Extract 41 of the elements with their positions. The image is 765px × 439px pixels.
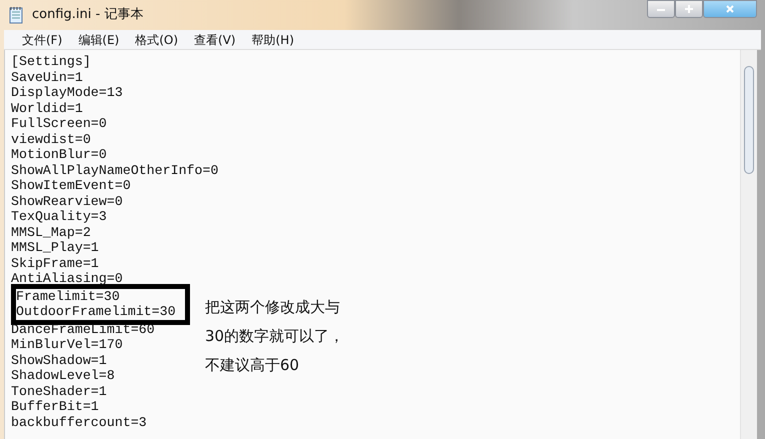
menu-item[interactable]: 编辑(E) [70,30,128,50]
menu-item[interactable]: 格式(O) [127,30,186,50]
menu-item[interactable]: 文件(F) [14,30,70,50]
annotation-text: 不建议高于60 [205,355,300,376]
code-line: SkipFrame=1 [11,256,99,271]
code-line: ShadowLevel=8 [11,368,115,384]
code-line: backbuffercount=3 [11,414,147,430]
close-button[interactable] [703,0,757,18]
annotation-text: 30的数字就可以了， [205,326,344,347]
code-line: ToneShader=1 [11,384,107,399]
maximize-button[interactable] [675,0,703,18]
code-line: MMSL_Map=2 [11,224,91,240]
scrollbar-thumb[interactable] [744,66,754,174]
code-line: DisplayMode=13 [11,85,123,100]
code-line: BufferBit=1 [11,399,99,414]
code-line: MinBlurVel=170 [11,337,123,352]
vertical-scrollbar[interactable] [740,50,757,439]
code-line: Framelimit=30 [16,288,120,304]
window-title: config.ini - 记事本 [32,6,144,24]
code-line: ShowAllPlayNameOtherInfo=0 [11,162,218,178]
code-line: FullScreen=0 [11,116,107,132]
code-line: TexQuality=3 [11,209,107,224]
minimize-button[interactable] [647,0,675,18]
code-line: OutdoorFramelimit=30 [16,304,176,320]
menu-item[interactable]: 查看(V) [186,30,244,50]
code-line: SaveUin=1 [11,70,83,85]
notepad-icon [8,6,24,24]
code-line: AntiAliasing=0 [11,271,123,286]
annotation-text: 把这两个修改成大与 [205,297,340,318]
code-line: ShowShadow=1 [11,352,107,368]
code-line: MMSL_Play=1 [11,240,99,256]
code-line: DanceFrameLimit=60 [11,322,155,337]
close-icon [725,4,735,14]
menu-item[interactable]: 帮助(H) [244,30,302,50]
code-line: ShowItemEvent=0 [11,178,131,194]
code-line: Worldid=1 [11,100,83,116]
code-line: viewdist=0 [11,132,91,147]
code-line: ShowRearview=0 [11,194,123,209]
code-line: MotionBlur=0 [11,147,107,162]
maximize-icon [684,4,694,14]
code-line: [Settings] [11,54,91,70]
